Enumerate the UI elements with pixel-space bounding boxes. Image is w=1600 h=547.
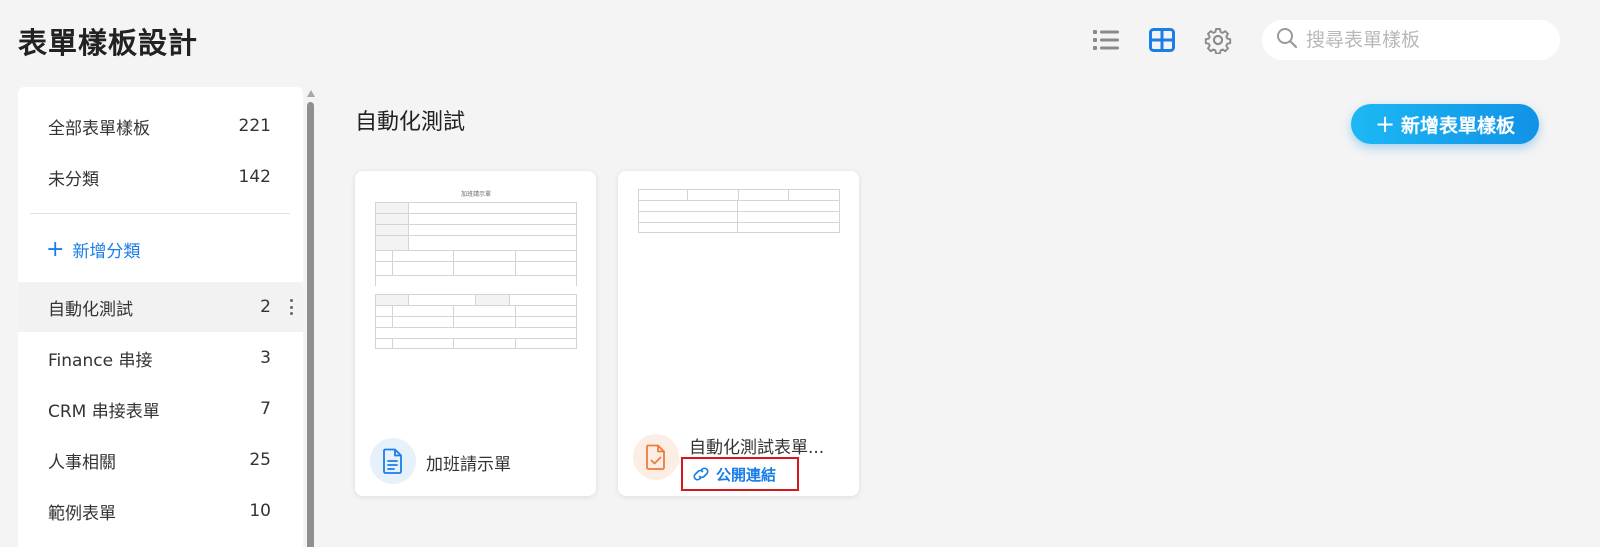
search-icon	[1276, 27, 1298, 53]
sidebar-item-finance[interactable]: Finance 串接 3	[18, 333, 303, 383]
search-box[interactable]	[1262, 20, 1560, 60]
document-icon	[370, 438, 416, 484]
sidebar-item-uncategorized[interactable]: 未分類 142	[18, 152, 303, 202]
page-title: 表單樣板設計	[18, 26, 199, 60]
plus-icon: +	[46, 236, 65, 262]
public-link-label: 公開連結	[716, 465, 777, 484]
document-check-icon	[633, 434, 679, 480]
sidebar-item-label: 全部表單樣板	[48, 118, 150, 139]
sidebar-item-label: 範例表單	[48, 503, 116, 524]
add-category-button[interactable]: + 新增分類	[46, 237, 140, 262]
template-card-automation[interactable]: 自動化測試表單... 公開連結	[618, 171, 859, 496]
sidebar-item-count: 2	[260, 297, 271, 317]
sidebar-item-all-templates[interactable]: 全部表單樣板 221	[18, 101, 303, 151]
link-icon	[693, 467, 709, 481]
sidebar-item-count: 142	[238, 167, 271, 187]
grid-view-icon[interactable]	[1146, 24, 1178, 56]
sidebar-item-label: 人事相關	[48, 452, 116, 473]
template-name: 自動化測試表單...	[689, 438, 825, 458]
add-template-button[interactable]: + 新增表單樣板	[1351, 104, 1539, 144]
scroll-up-icon[interactable]	[306, 90, 315, 97]
add-category-label: 新增分類	[72, 242, 141, 262]
template-name: 加班請示單	[426, 455, 511, 475]
template-preview	[638, 189, 840, 379]
sidebar-item-label: CRM 串接表單	[48, 401, 160, 422]
sidebar-item-label: 自動化測試	[48, 299, 133, 320]
scroll-thumb[interactable]	[307, 102, 314, 547]
sidebar-item-examples[interactable]: 範例表單 10	[18, 486, 303, 536]
search-input[interactable]	[1306, 29, 1546, 51]
sidebar-item-count: 7	[260, 399, 271, 419]
template-card-overtime[interactable]: 加班請示單 加班請示單	[355, 171, 596, 496]
sidebar-item-label: 未分類	[48, 169, 99, 190]
sidebar-item-count: 3	[260, 348, 271, 368]
sidebar-divider	[30, 213, 290, 214]
sidebar-item-hr[interactable]: 人事相關 25	[18, 435, 303, 485]
public-link-button[interactable]: 公開連結	[681, 457, 799, 491]
template-preview: 加班請示單	[375, 189, 577, 379]
sidebar-item-count: 221	[238, 116, 271, 136]
section-title: 自動化測試	[355, 110, 466, 135]
preview-title: 加班請示單	[460, 191, 491, 198]
list-view-icon[interactable]	[1090, 24, 1122, 56]
plus-icon: +	[1374, 110, 1396, 138]
sidebar-item-label: Finance 串接	[48, 350, 153, 371]
more-options-icon[interactable]	[289, 299, 293, 315]
gear-icon[interactable]	[1202, 24, 1234, 56]
sidebar-item-crm[interactable]: CRM 串接表單 7	[18, 384, 303, 434]
sidebar-item-count: 25	[249, 450, 271, 470]
sidebar-item-count: 10	[249, 501, 271, 521]
sidebar-scrollbar[interactable]	[305, 88, 316, 547]
add-template-label: 新增表單樣板	[1401, 114, 1516, 137]
sidebar-item-automation-test[interactable]: 自動化測試 2	[18, 282, 303, 332]
category-sidebar: 全部表單樣板 221 未分類 142 + 新增分類 自動化測試 2 Financ…	[18, 87, 303, 547]
